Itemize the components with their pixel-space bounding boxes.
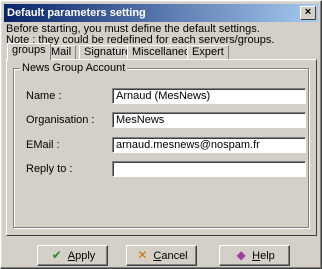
- organisation-field[interactable]: MesNews: [112, 112, 306, 128]
- help-book-icon: ◆: [236, 248, 246, 262]
- help-label: elp: [260, 250, 275, 262]
- reply-to-label: Reply to :: [26, 163, 73, 175]
- help-accel: H: [252, 250, 261, 262]
- reply-to-field[interactable]: [112, 161, 306, 177]
- groupbox-title: News Group Account: [20, 62, 128, 74]
- close-button[interactable]: ×: [300, 6, 316, 20]
- name-label: Name :: [26, 90, 62, 102]
- close-icon: ×: [304, 6, 312, 18]
- checkmark-icon: ✔: [51, 248, 62, 262]
- cross-icon: ✕: [137, 248, 148, 262]
- name-field[interactable]: Arnaud (MesNews): [112, 88, 306, 104]
- tab-groups-label: groups: [12, 44, 46, 56]
- email-field[interactable]: arnaud.mesnews@nospam.fr: [112, 137, 306, 153]
- email-label: EMail :: [26, 139, 60, 151]
- title-bar[interactable]: Default parameters setting ×: [4, 4, 318, 22]
- apply-label: pply: [75, 250, 96, 262]
- help-button[interactable]: ◆ Help: [219, 245, 290, 266]
- news-group-account-groupbox: News Group Account Name : Arnaud (MesNew…: [13, 62, 309, 228]
- tab-signature-label: Signature: [84, 46, 132, 58]
- apply-accel: A: [67, 250, 76, 262]
- tab-expert[interactable]: Expert: [187, 45, 229, 59]
- tab-expert-label: Expert: [192, 46, 224, 58]
- tab-panel: News Group Account Name : Arnaud (MesNew…: [6, 59, 317, 236]
- window-title: Default parameters setting: [7, 7, 146, 19]
- dialog-window: Default parameters setting × Before star…: [0, 0, 322, 269]
- cancel-button[interactable]: ✕ Cancel: [126, 245, 197, 266]
- organisation-label: Organisation :: [26, 114, 95, 126]
- tab-groups[interactable]: groups: [7, 43, 51, 60]
- tab-mail-label: Mail: [51, 46, 72, 58]
- cancel-label: ancel: [161, 250, 188, 262]
- apply-button[interactable]: ✔ Apply: [37, 245, 108, 266]
